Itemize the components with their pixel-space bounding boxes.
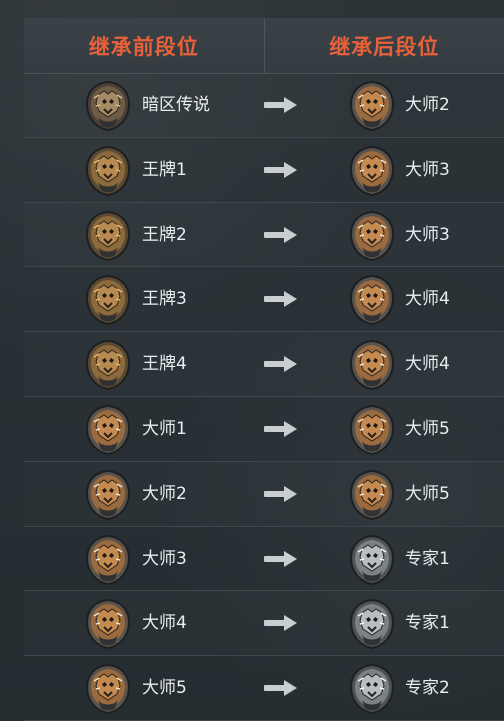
lion-badge-icon — [84, 274, 132, 326]
table-row: 大师1 大师5 — [24, 397, 504, 462]
tiger-badge-icon — [84, 598, 132, 650]
after-rank-label: 大师3 — [405, 159, 450, 180]
right-arrow-icon — [264, 420, 298, 438]
before-rank-label: 王牌3 — [142, 289, 187, 310]
right-arrow-icon — [264, 550, 298, 568]
wolf-badge-icon — [348, 598, 396, 650]
after-rank-header: 继承后段位 — [329, 34, 440, 59]
after-rank-label: 大师2 — [405, 95, 450, 115]
wolf-badge-icon — [348, 534, 396, 586]
before-rank-label: 大师5 — [142, 678, 187, 699]
right-arrow-icon — [264, 290, 298, 308]
lion-badge-icon — [84, 339, 132, 391]
table-row: 王牌1 大师3 — [24, 138, 504, 203]
tiger-badge-icon — [84, 469, 132, 521]
tiger-badge-icon — [348, 145, 396, 197]
right-arrow-icon — [264, 485, 298, 503]
after-rank-label: 大师4 — [405, 289, 450, 310]
table-row: 大师3 专家1 — [24, 527, 504, 592]
after-rank-label: 专家1 — [405, 613, 450, 634]
rank-inheritance-table: 继承前段位 继承后段位 暗区传说 大师2 王牌1 大师3 王牌2 大师3 王牌3… — [0, 0, 504, 721]
tiger-badge-icon — [348, 274, 396, 326]
after-rank-label: 大师3 — [405, 224, 450, 245]
before-rank-label: 王牌1 — [142, 159, 187, 180]
before-rank-header: 继承前段位 — [24, 18, 265, 73]
before-rank-label: 王牌4 — [142, 354, 187, 375]
tiger-badge-icon — [348, 469, 396, 521]
table-row: 王牌2 大师3 — [24, 203, 504, 268]
table-row: 大师2 大师5 — [24, 462, 504, 527]
tiger-badge-icon — [84, 404, 132, 456]
after-rank-label: 大师5 — [405, 418, 450, 439]
tiger-badge-icon — [348, 404, 396, 456]
after-rank-label: 大师4 — [405, 354, 450, 375]
after-rank-label: 大师5 — [405, 483, 450, 504]
before-rank-label: 大师4 — [142, 613, 187, 634]
table-row: 王牌4 大师4 — [24, 332, 504, 397]
right-arrow-icon — [264, 614, 298, 632]
lion-badge-icon — [84, 210, 132, 262]
right-arrow-icon — [264, 355, 298, 373]
table-row: 王牌3 大师4 — [24, 267, 504, 333]
right-arrow-icon — [264, 161, 298, 179]
lion-badge-icon — [84, 145, 132, 197]
before-rank-label: 王牌2 — [142, 224, 187, 245]
table-row: 大师5 专家2 — [24, 656, 504, 721]
after-rank-label: 专家2 — [405, 678, 450, 699]
table-header: 继承前段位 继承后段位 — [24, 18, 504, 74]
before-rank-label: 大师3 — [142, 548, 187, 569]
tiger-badge-icon — [348, 80, 396, 132]
before-rank-label: 大师2 — [142, 483, 187, 504]
legend-badge-icon — [84, 80, 132, 132]
right-arrow-icon — [264, 96, 298, 114]
right-arrow-icon — [264, 226, 298, 244]
tiger-badge-icon — [84, 534, 132, 586]
after-rank-label: 专家1 — [405, 548, 450, 569]
tiger-badge-icon — [84, 663, 132, 715]
before-rank-label: 暗区传说 — [142, 95, 210, 115]
tiger-badge-icon — [348, 339, 396, 391]
table-row: 暗区传说 大师2 — [24, 73, 504, 138]
wolf-badge-icon — [348, 663, 396, 715]
table-row: 大师4 专家1 — [24, 591, 504, 657]
tiger-badge-icon — [348, 210, 396, 262]
right-arrow-icon — [264, 679, 298, 697]
before-rank-label: 大师1 — [142, 418, 187, 439]
rank-rows: 暗区传说 大师2 王牌1 大师3 王牌2 大师3 王牌3 大师4 王牌4 大师4… — [24, 73, 504, 721]
